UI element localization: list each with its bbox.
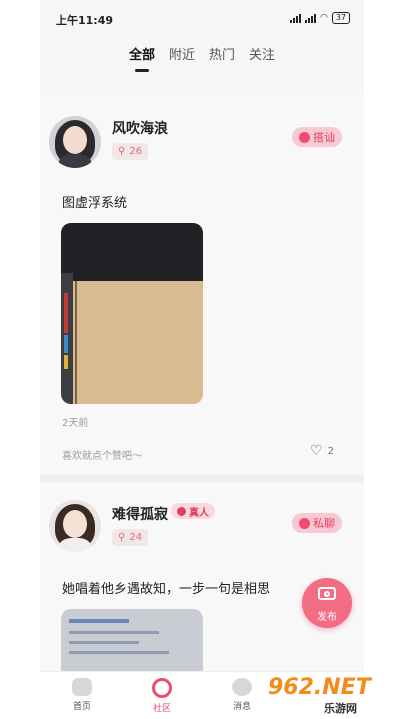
nav-community-label: 社区 — [152, 704, 171, 714]
phone-screen: 上午11:49 ◠ 37 全部 附近 热门 关注 风吹海浪 ⚲ 26 搭讪 图虚… — [40, 0, 364, 719]
message-icon — [299, 517, 310, 529]
tab-all[interactable]: 全部 — [129, 44, 155, 63]
post-username[interactable]: 风吹海浪 — [112, 118, 168, 138]
age-value: 24 — [129, 532, 143, 543]
post-text: 她唱着他乡遇故知，一步一句是相思 — [62, 582, 271, 597]
publish-button[interactable]: 发布 — [302, 578, 352, 628]
status-bar: 上午11:49 ◠ 37 — [40, 0, 364, 36]
verified-badge: 真人 — [171, 503, 215, 519]
like-button[interactable]: ♡ 2 — [310, 443, 334, 459]
post-photo[interactable] — [61, 609, 203, 671]
post-photo-image — [61, 609, 203, 671]
home-icon — [72, 678, 92, 696]
tab-follow[interactable]: 关注 — [249, 44, 275, 63]
community-icon — [152, 678, 172, 698]
like-prompt: 喜欢就点个赞吧～ — [62, 451, 142, 462]
post-photo-image — [61, 223, 203, 404]
avatar[interactable] — [49, 500, 101, 552]
chat-bubble-icon — [232, 678, 252, 696]
divider — [40, 474, 364, 482]
nav-messages-label: 消息 — [232, 702, 251, 712]
private-chat-button[interactable]: 私聊 — [292, 513, 342, 533]
watermark-main: 962.NET — [268, 675, 371, 700]
age-tag: ⚲ 24 — [112, 529, 149, 546]
post-username[interactable]: 难得孤寂 — [112, 504, 168, 524]
post-time: 2天前 — [62, 418, 89, 429]
post-card: 风吹海浪 ⚲ 26 搭讪 图虚浮系统 2天前 喜欢就点个赞吧～ ♡ 2 — [40, 92, 364, 474]
battery-icon: 37 — [331, 12, 350, 24]
heart-badge-icon — [177, 506, 186, 516]
site-watermark: 962.NET 乐游网 — [262, 675, 402, 715]
tab-hot[interactable]: 热门 — [209, 44, 235, 63]
publish-label: 发布 — [317, 612, 337, 623]
tab-nearby[interactable]: 附近 — [169, 44, 195, 63]
watermark-sub: 乐游网 — [324, 702, 357, 715]
chat-up-button[interactable]: 搭讪 — [292, 127, 342, 147]
camera-icon — [318, 587, 336, 600]
status-time: 上午11:49 — [56, 14, 114, 27]
wifi-icon: ◠ — [319, 13, 328, 23]
post-card: 难得孤寂 真人 ⚲ 24 私聊 她唱着他乡遇故知，一步一句是相思 — [40, 482, 364, 671]
signal-icon-2 — [304, 13, 316, 23]
post-text: 图虚浮系统 — [62, 196, 128, 211]
like-count: 2 — [327, 445, 334, 457]
age-value: 26 — [129, 146, 143, 157]
nav-home-label: 首页 — [72, 702, 91, 712]
avatar[interactable] — [49, 116, 101, 168]
private-chat-label: 私聊 — [313, 517, 335, 530]
location-pin-icon: ⚲ — [118, 532, 126, 543]
feed-tabs: 全部 附近 热门 关注 — [40, 44, 364, 63]
age-tag: ⚲ 26 — [112, 143, 149, 160]
nav-community[interactable]: 社区 — [132, 678, 192, 714]
signal-icon — [289, 13, 301, 23]
verified-label: 真人 — [189, 507, 209, 519]
flame-icon — [299, 131, 310, 143]
chat-up-label: 搭讪 — [313, 131, 335, 144]
location-pin-icon: ⚲ — [118, 146, 126, 157]
heart-icon: ♡ — [310, 443, 323, 459]
nav-home[interactable]: 首页 — [52, 678, 112, 712]
post-photo[interactable] — [61, 223, 203, 404]
